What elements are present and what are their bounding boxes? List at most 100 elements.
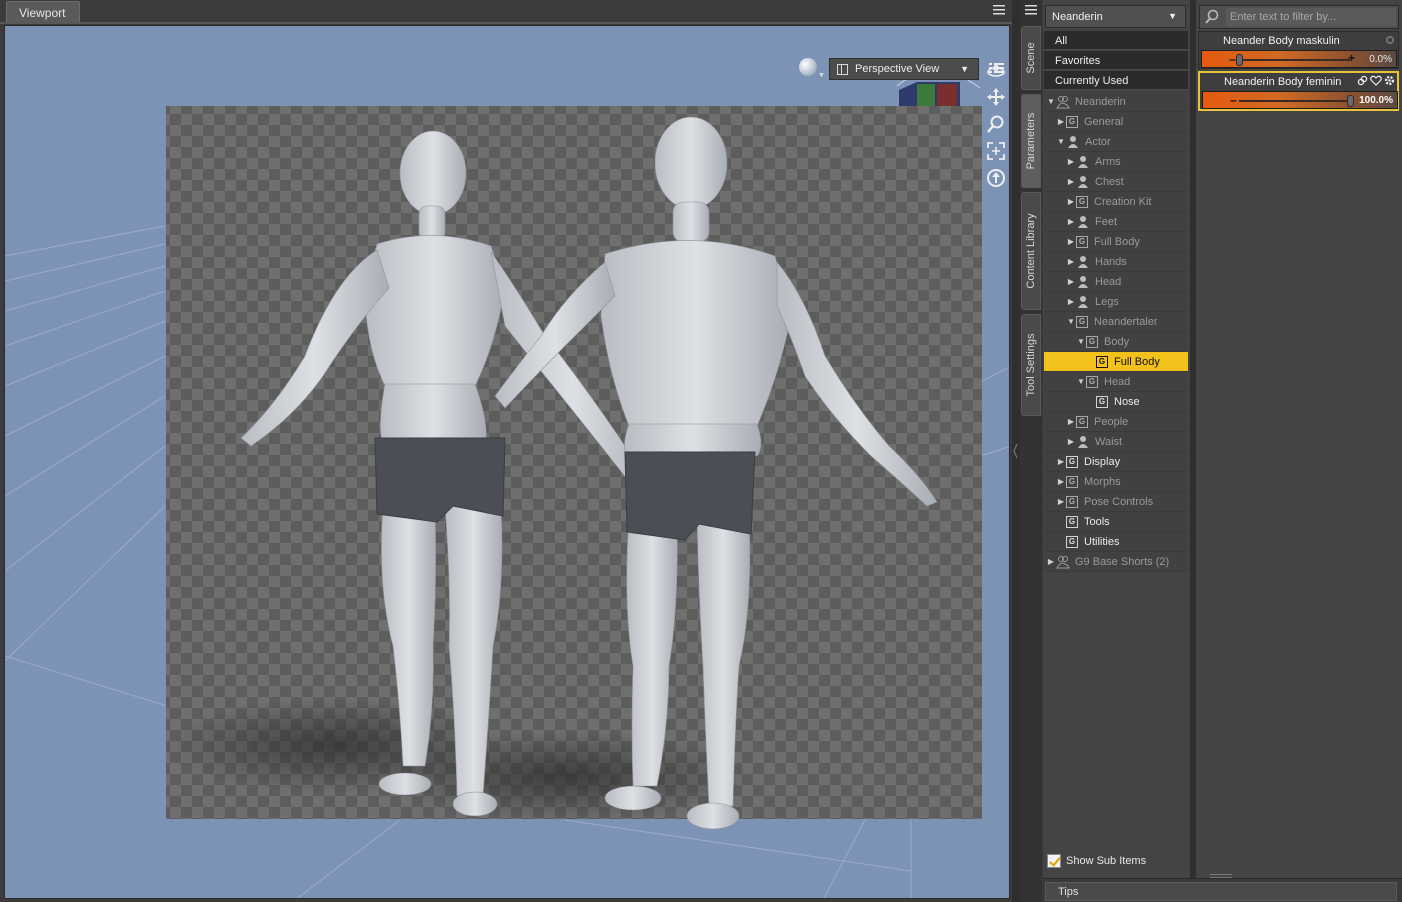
orbit-icon[interactable] [985,59,1007,81]
minus-icon[interactable]: – [1229,52,1236,66]
expanded-triangle-icon[interactable]: ▼ [1066,317,1076,326]
collapsed-triangle-icon[interactable]: ▶ [1066,197,1076,206]
tree-item-label: Head [1104,375,1131,388]
show-sub-items-checkbox[interactable]: Show Sub Items [1047,853,1146,869]
slider-value[interactable]: 100.0% [1359,95,1393,106]
tree-item-full-body-selected[interactable]: G Full Body [1044,352,1188,372]
collapsed-triangle-icon[interactable]: ▶ [1066,177,1076,186]
property-tree: ▼ Neanderin ▶ G General ▼ Actor ▶ Arms ▶… [1044,92,1188,572]
tab-tool-settings-label: Tool Settings [1025,333,1037,397]
settings-gear-icon[interactable] [1384,75,1395,86]
expanded-triangle-icon[interactable]: ▼ [1076,337,1086,346]
tree-item-full-body[interactable]: ▶ G Full Body [1044,232,1188,252]
slider-value[interactable]: 0.0% [1369,54,1392,65]
tree-item-label: Body [1104,335,1130,348]
slider-neanderin-body-feminin[interactable]: Neanderin Body feminin – 100.0% [1198,71,1399,111]
tree-item-general[interactable]: ▶ G General [1044,112,1188,132]
collapsed-triangle-icon[interactable]: ▶ [1066,297,1076,306]
tree-item-label: Hands [1095,255,1127,268]
tab-viewport[interactable]: Viewport [6,1,80,23]
tree-item-tools[interactable]: G Tools [1044,512,1188,532]
tree-item-arms[interactable]: ▶ Arms [1044,152,1188,172]
tree-item-head[interactable]: ▶ Head [1044,272,1188,292]
tab-parameters[interactable]: Parameters [1021,94,1041,188]
collapsed-triangle-icon[interactable]: ▶ [1066,257,1076,266]
tree-item-label: Waist [1095,435,1123,448]
slider-track[interactable]: – + 0.0% [1201,50,1397,68]
collapsed-triangle-icon[interactable]: ▶ [1056,497,1066,506]
pan-icon[interactable] [985,86,1007,108]
tab-content-library[interactable]: Content Library [1021,192,1041,310]
collapsed-triangle-icon[interactable]: ▶ [1066,237,1076,246]
tab-scene[interactable]: Scene [1021,26,1041,90]
slider-knob[interactable] [1347,95,1354,107]
filter-input[interactable] [1226,8,1396,26]
viewport-canvas[interactable]: ▼ Perspective View ▼ [4,25,1010,899]
heart-icon[interactable] [1370,75,1382,86]
tree-item-g9-base-shorts[interactable]: ▶ G9 Base Shorts (2) [1044,552,1188,572]
frame-icon[interactable] [985,140,1007,162]
tree-item-utilities[interactable]: G Utilities [1044,532,1188,552]
collapsed-triangle-icon[interactable]: ▶ [1066,217,1076,226]
tree-item-head-group[interactable]: ▼ G Head [1044,372,1188,392]
collapsed-triangle-icon[interactable]: ▶ [1056,457,1066,466]
group-icon: G [1086,375,1098,388]
settings-gear-icon[interactable] [1385,35,1395,45]
slider-track[interactable]: – 100.0% [1202,91,1398,109]
tree-item-label: G9 Base Shorts (2) [1075,555,1170,568]
collapsed-triangle-icon[interactable]: ▶ [1056,117,1066,126]
tree-item-feet[interactable]: ▶ Feet [1044,212,1188,232]
tree-item-actor[interactable]: ▼ Actor [1044,132,1188,152]
tab-tips[interactable]: Tips [1045,882,1397,901]
collapsed-triangle-icon[interactable]: ▶ [1066,157,1076,166]
zoom-icon[interactable] [985,113,1007,135]
tree-item-pose-controls[interactable]: ▶ G Pose Controls [1044,492,1188,512]
slider-knob[interactable] [1236,54,1243,66]
chevron-down-icon[interactable]: ▼ [818,72,825,79]
collapsed-triangle-icon[interactable]: ▶ [1046,557,1056,566]
tree-item-nose[interactable]: G Nose [1044,392,1188,412]
checkbox-checked-icon[interactable] [1047,854,1061,868]
person-icon [1078,175,1088,188]
draw-style-sphere-icon[interactable] [799,58,817,76]
filter-currently-used[interactable]: Currently Used [1044,71,1188,90]
3d-scene[interactable] [5,26,1010,899]
filter-favorites[interactable]: Favorites [1044,51,1188,70]
collapsed-triangle-icon[interactable]: ▶ [1066,277,1076,286]
tree-item-chest[interactable]: ▶ Chest [1044,172,1188,192]
collapsed-triangle-icon[interactable]: ▶ [1066,437,1076,446]
minus-icon[interactable]: – [1230,93,1237,107]
tree-item-creation-kit[interactable]: ▶ G Creation Kit [1044,192,1188,212]
tree-item-body[interactable]: ▼ G Body [1044,332,1188,352]
pane-menu-icon[interactable] [990,2,1008,18]
splitter-grip-icon[interactable] [1013,440,1019,462]
slider-name: Neander Body maskulin [1223,35,1340,47]
tree-item-neanderin[interactable]: ▼ Neanderin [1044,92,1188,112]
expanded-triangle-icon[interactable]: ▼ [1076,377,1086,386]
tree-item-morphs[interactable]: ▶ G Morphs [1044,472,1188,492]
property-filter [1199,5,1399,29]
shorts-female [374,437,506,523]
pane-menu-icon[interactable] [1022,2,1040,18]
reset-view-icon[interactable] [985,167,1007,189]
chevron-down-icon: ▼ [960,64,969,74]
tree-item-neandertaler[interactable]: ▼ G Neandertaler [1044,312,1188,332]
slider-rail [1239,100,1351,102]
link-icon[interactable] [1357,75,1368,86]
collapsed-triangle-icon[interactable]: ▶ [1066,417,1076,426]
view-select-label: Perspective View [855,63,940,75]
view-select[interactable]: Perspective View ▼ [829,58,979,80]
tree-item-hands[interactable]: ▶ Hands [1044,252,1188,272]
expanded-triangle-icon[interactable]: ▼ [1046,97,1056,106]
collapsed-triangle-icon[interactable]: ▶ [1056,477,1066,486]
filter-all[interactable]: All [1044,31,1188,50]
tree-item-waist[interactable]: ▶ Waist [1044,432,1188,452]
tree-item-legs[interactable]: ▶ Legs [1044,292,1188,312]
node-select[interactable]: Neanderin ▼ [1045,5,1186,28]
tab-tool-settings[interactable]: Tool Settings [1021,314,1041,416]
slider-neander-body-maskulin[interactable]: Neander Body maskulin – + 0.0% [1198,31,1399,69]
tree-item-display[interactable]: ▶ G Display [1044,452,1188,472]
expanded-triangle-icon[interactable]: ▼ [1056,137,1066,146]
tree-item-people[interactable]: ▶ G People [1044,412,1188,432]
plus-icon[interactable]: + [1348,51,1355,65]
